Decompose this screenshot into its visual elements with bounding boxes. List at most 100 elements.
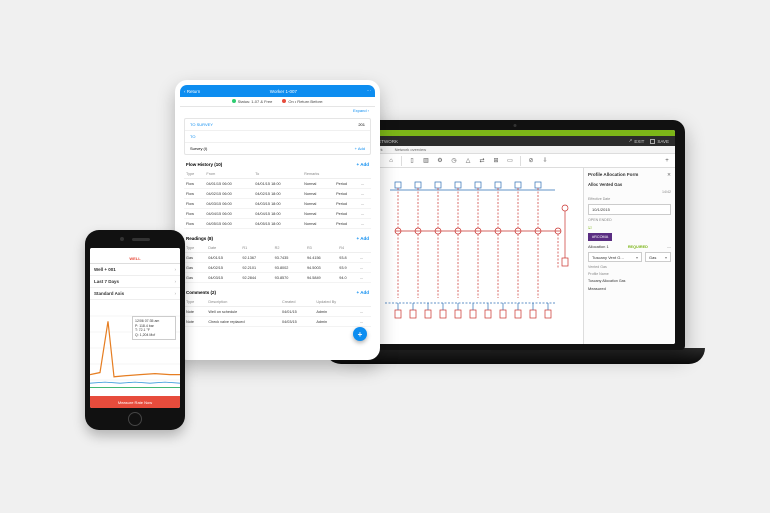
expand-link[interactable]: Expand › <box>353 108 369 113</box>
app-bar: FIELD NETWORK ↗ EXIT SAVE <box>355 136 675 146</box>
tablet-device: ‹ Return Worker 1-007 ⋯ Status: 1-07 & F… <box>175 80 380 360</box>
phone-chart[interactable]: 12/06 07:35 am P: 118.4 bar T: 72.1 °F Q… <box>90 300 180 396</box>
eff-date-label: Effective Date <box>588 197 671 201</box>
col: Type <box>184 170 204 179</box>
side-panel: Profile Allocation Form ✕ Alloc Vented G… <box>583 168 675 344</box>
well-selector[interactable]: Well + 001› <box>90 264 180 276</box>
delete-icon[interactable]: ⊘ <box>527 157 535 165</box>
add-reading[interactable]: + Add <box>357 236 369 241</box>
flask-icon[interactable]: △ <box>464 157 472 165</box>
table-row[interactable]: NoteWell on schedule04/01/15Admin... <box>184 307 371 317</box>
required-badge: REQUIRED <box>628 245 648 249</box>
section-title: Readings (8) <box>186 236 213 241</box>
phone-screen: WELL Well + 001› Last 7 Days› Standard A… <box>90 248 180 408</box>
flow-history-section: Flow History (10) + Add Type From To Rema… <box>184 159 371 229</box>
save-icon <box>650 139 655 144</box>
table-row[interactable]: Flow04/05/15 06:0004/05/15 18:00NormalPe… <box>184 219 371 229</box>
panel-subtitle: Alloc Vented Gas <box>588 182 671 187</box>
table-row[interactable]: Flow04/04/15 06:0004/04/15 18:00NormalPe… <box>184 209 371 219</box>
info-key: TO <box>190 134 195 139</box>
col <box>334 170 359 179</box>
laptop-device: FIELD NETWORK ↗ EXIT SAVE Flow network N… <box>325 120 705 390</box>
laptop-screen: FIELD NETWORK ↗ EXIT SAVE Flow network N… <box>355 130 675 344</box>
camera-icon <box>120 237 124 241</box>
settings-icon[interactable]: ⚙ <box>436 157 444 165</box>
allocation-label: Allocation 1 <box>588 244 609 249</box>
phone-device: WELL Well + 001› Last 7 Days› Standard A… <box>85 230 185 430</box>
add-icon[interactable]: + <box>663 157 671 165</box>
section-title: Flow History (10) <box>186 162 222 167</box>
info-key: Survey (I) <box>190 146 207 151</box>
clock-icon[interactable]: ◷ <box>450 157 458 165</box>
measure-button[interactable]: Measure Rate Now <box>90 396 180 408</box>
status-right: On • Return Before: <box>282 99 323 104</box>
table-row[interactable]: Gas04/02/1592.210193.800294.500393.9... <box>184 263 371 273</box>
chart-icon[interactable]: ▥ <box>422 157 430 165</box>
add-flow[interactable]: + Add <box>357 162 369 167</box>
readings-table: TypeDateR1R2R3R4 Gas04/01/1592.136793.74… <box>184 244 371 283</box>
add-comment[interactable]: + Add <box>357 290 369 295</box>
tablet-statusbar: Status: 1-07 & Free On • Return Before: <box>180 97 375 107</box>
flow-table: Type From To Remarks Flow04/01/15 06:000… <box>184 170 371 229</box>
well-icon[interactable]: ▯ <box>408 157 416 165</box>
section-title: Comments (2) <box>186 290 216 295</box>
status-left: Status: 1-07 & Free <box>232 99 273 104</box>
table-row[interactable]: Flow04/02/15 06:0004/02/15 18:00NormalPe… <box>184 189 371 199</box>
comments-table: TypeDescriptionCreatedUpdated By NoteWel… <box>184 298 371 327</box>
readings-section: Readings (8) + Add TypeDateR1R2R3R4 Gas04… <box>184 233 371 283</box>
col <box>359 170 371 179</box>
tablet-topbar: ‹ Return Worker 1-007 ⋯ <box>180 85 375 97</box>
laptop-base <box>325 348 705 364</box>
col: Remarks <box>302 170 334 179</box>
axis-selector[interactable]: Standard Axis› <box>90 288 180 300</box>
tablet-title: Worker 1-007 <box>270 89 297 94</box>
chart-tooltip: 12/06 07:35 am P: 118.4 bar T: 72.1 °F Q… <box>132 316 176 340</box>
save-button[interactable]: SAVE <box>650 139 669 144</box>
network-canvas[interactable] <box>355 168 583 344</box>
measured-label: Measured <box>588 286 671 291</box>
col: To <box>253 170 302 179</box>
info-val: 201 <box>358 122 365 127</box>
home-button[interactable] <box>128 412 142 426</box>
document-icon[interactable]: ▭ <box>506 157 514 165</box>
phone-header: WELL <box>90 254 180 264</box>
open-ended-checkbox[interactable]: ☑ <box>588 225 671 230</box>
profile-label: Profile Name <box>588 272 671 276</box>
home-icon[interactable]: ⌂ <box>387 157 395 165</box>
col: From <box>204 170 253 179</box>
ratio-label: 14/42 <box>588 190 671 194</box>
toolbar: ⌕ ⟳ ⌂ ▯ ▥ ⚙ ◷ △ ⇄ ⊞ ▭ ⊘ ⇩ + <box>355 154 675 168</box>
tab-network-overview[interactable]: Network overview <box>395 147 427 152</box>
vented-label: Vented Gas <box>588 265 671 269</box>
menu-icon[interactable]: ⋯ <box>366 88 371 94</box>
link-icon[interactable]: ⇄ <box>478 157 486 165</box>
fab-add-button[interactable]: + <box>353 327 367 341</box>
info-card: TO SURVEY 201 TO Survey (I) + Add <box>184 118 371 155</box>
comments-section: Comments (2) + Add TypeDescriptionCreated… <box>184 287 371 327</box>
download-icon[interactable]: ⇩ <box>541 157 549 165</box>
tag-pill[interactable]: #RCOMA <box>588 233 612 241</box>
open-ended-label: OPEN ENDED <box>588 218 671 222</box>
tab-bar: Flow network Network overview <box>355 146 675 154</box>
table-row[interactable]: Gas04/03/1592.284493.857094.584994.0... <box>184 273 371 283</box>
range-selector[interactable]: Last 7 Days› <box>90 276 180 288</box>
webcam-icon <box>514 124 517 127</box>
speaker-icon <box>132 238 150 241</box>
exit-button[interactable]: ↗ EXIT <box>629 138 645 144</box>
table-row[interactable]: Flow04/03/15 06:0004/03/15 18:00NormalPe… <box>184 199 371 209</box>
type-dropdown[interactable]: Gas <box>645 252 671 262</box>
table-row[interactable]: Gas04/01/1592.136793.743594.415693.8... <box>184 253 371 263</box>
info-key: TO SURVEY <box>190 122 213 127</box>
table-row[interactable]: NoteCheck valve replaced04/03/15Admin... <box>184 317 371 327</box>
eff-date-field[interactable]: 10/1/2015 <box>588 204 671 215</box>
grid-icon[interactable]: ⊞ <box>492 157 500 165</box>
remove-icon[interactable]: — <box>667 244 671 249</box>
source-dropdown[interactable]: Tuscany Vent G… <box>588 252 642 262</box>
add-link[interactable]: + Add <box>355 146 365 151</box>
panel-title: Profile Allocation Form <box>588 172 638 178</box>
back-button[interactable]: ‹ Return <box>184 89 200 94</box>
table-row[interactable]: Flow04/01/15 06:0004/01/15 18:00NormalPe… <box>184 179 371 189</box>
device-showcase: ‹ Return Worker 1-007 ⋯ Status: 1-07 & F… <box>0 0 770 513</box>
close-icon[interactable]: ✕ <box>667 172 671 178</box>
tuscany-label: Tuscany Allocation Gas <box>588 279 671 283</box>
